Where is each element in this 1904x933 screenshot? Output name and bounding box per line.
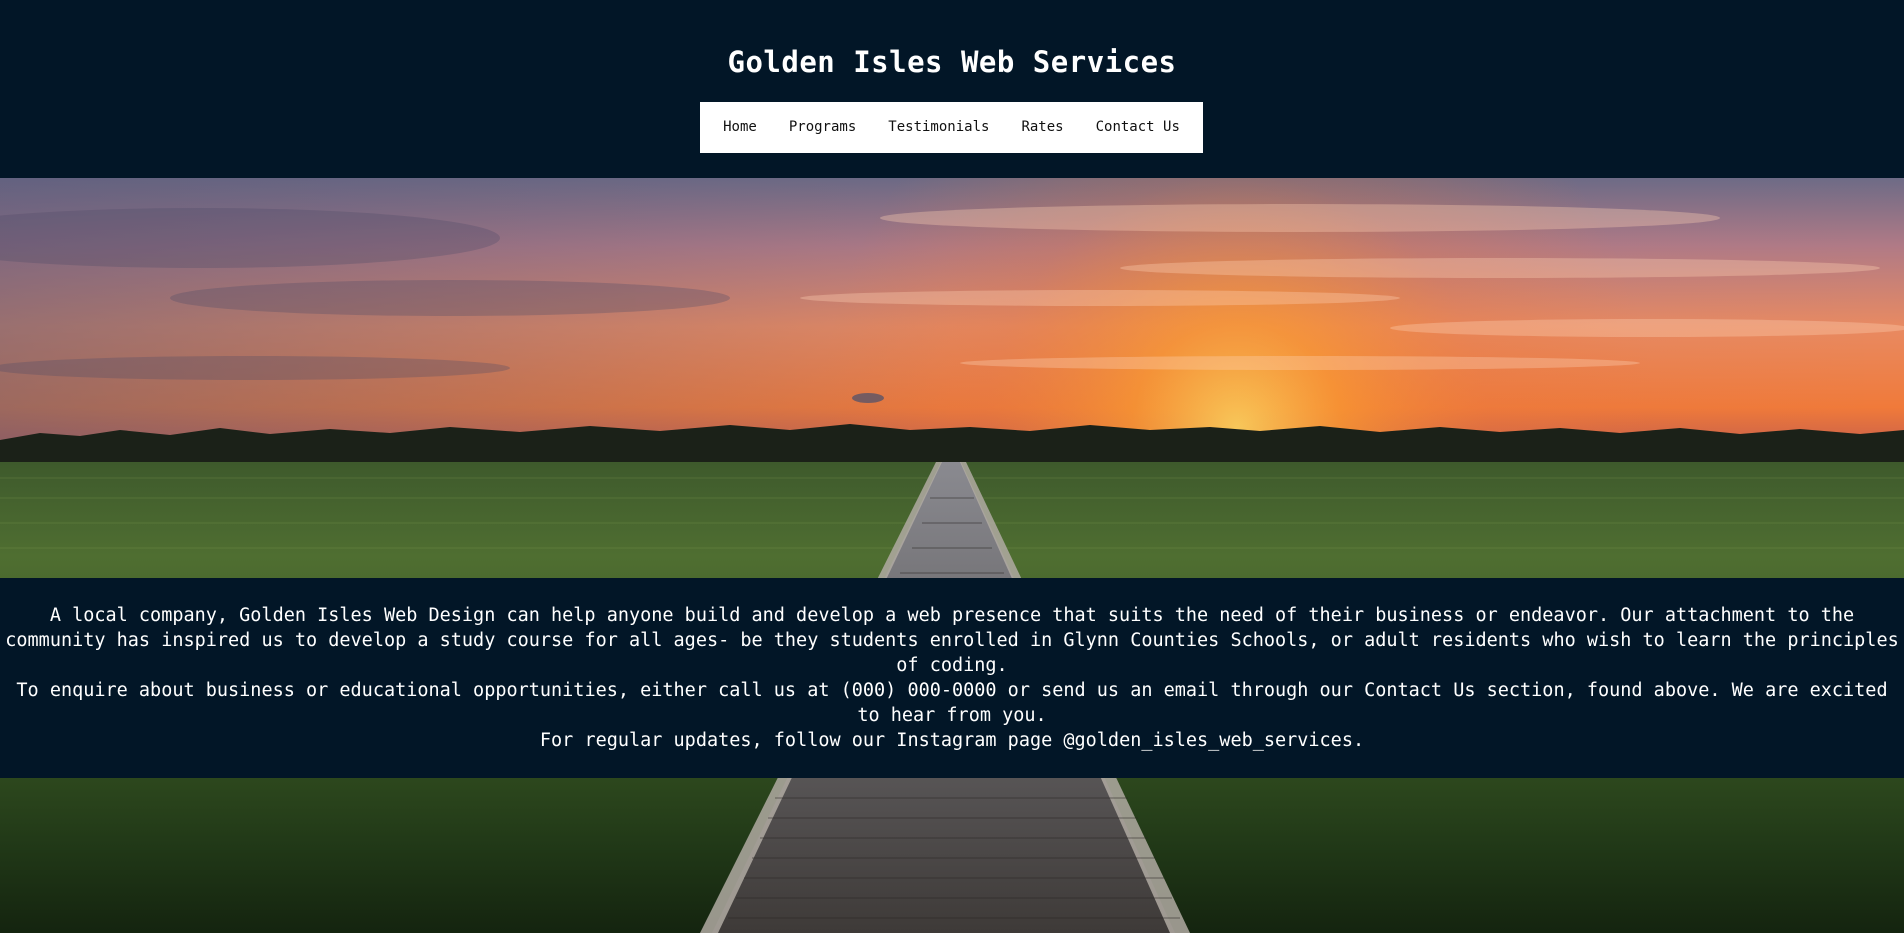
intro-paragraph-about: A local company, Golden Isles Web Design… — [5, 605, 1899, 676]
nav-link-rates[interactable]: Rates — [1005, 102, 1079, 153]
nav-link-contact-us[interactable]: Contact Us — [1080, 102, 1196, 153]
sunset-boardwalk-scene — [0, 178, 1904, 933]
intro-paragraph-contact: To enquire about business or educational… — [16, 680, 1888, 726]
nav-link-programs[interactable]: Programs — [773, 102, 872, 153]
site-title: Golden Isles Web Services — [727, 45, 1177, 79]
main-nav: Home Programs Testimonials Rates Contact… — [700, 102, 1203, 153]
nav-link-testimonials[interactable]: Testimonials — [872, 102, 1005, 153]
hero-background-image — [0, 178, 1904, 933]
intro-section: A local company, Golden Isles Web Design… — [0, 578, 1904, 778]
page: Golden Isles Web Services Home Programs … — [0, 0, 1904, 933]
site-header: Golden Isles Web Services Home Programs … — [0, 0, 1904, 178]
nav-link-home[interactable]: Home — [707, 102, 773, 153]
intro-paragraph-instagram: For regular updates, follow our Instagra… — [539, 730, 1365, 751]
